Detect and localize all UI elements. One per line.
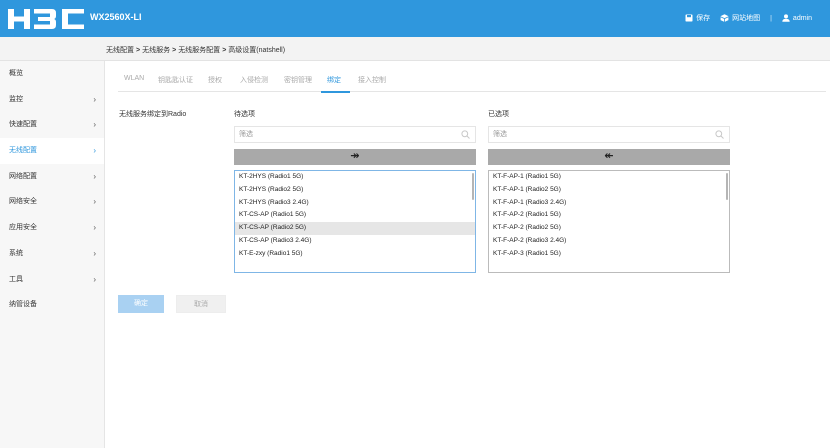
chevron-right-icon: › — [93, 171, 96, 181]
available-filter — [234, 126, 476, 143]
sidebar-item-system[interactable]: 系统 › — [0, 241, 104, 267]
chevron-right-icon: › — [93, 248, 96, 258]
device-model: WX2560X-LI — [90, 12, 142, 22]
selected-scrollbar[interactable] — [726, 173, 728, 200]
sitemap-icon — [720, 14, 729, 22]
list-item-selected[interactable]: KT-CS-AP (Radio2 5G) — [235, 222, 475, 235]
breadcrumb-separator: > — [172, 47, 177, 54]
top-header: WX2560X-LI 保存 网站地图 | admin — [0, 0, 830, 37]
breadcrumb-item[interactable]: 无线服务配置 — [178, 47, 220, 54]
list-item[interactable]: KT-CS-AP (Radio1 5G) — [235, 209, 475, 222]
sidebar-item-quick-config[interactable]: 快速配置 › — [0, 112, 104, 138]
chevron-right-icon: › — [93, 223, 96, 233]
move-right-button[interactable]: ↠ — [234, 149, 476, 165]
sidebar-item-label: 系统 — [9, 249, 23, 257]
tab-auth[interactable]: 钥匙匙认证 — [158, 75, 193, 85]
list-item[interactable]: KT-F-AP-2 (Radio2 5G) — [489, 222, 729, 235]
list-item[interactable]: KT-2HYS (Radio3 2.4G) — [235, 197, 475, 210]
chevron-right-icon: › — [93, 146, 96, 156]
cancel-button[interactable]: 取消 — [176, 295, 226, 313]
sidebar-item-label: 概览 — [9, 70, 23, 77]
active-tab-indicator — [321, 91, 350, 93]
ok-button[interactable]: 确定 — [118, 295, 164, 313]
tab-wlan[interactable]: WLAN — [124, 75, 144, 82]
chevron-right-icon: › — [93, 94, 96, 104]
tab-bar: WLAN 钥匙匙认证 授权 入侵检测 密钥管理 绑定 接入控制 — [118, 72, 826, 92]
sidebar-item-label: 纳管设备 — [9, 301, 37, 309]
list-item[interactable]: KT-F-AP-2 (Radio1 5G) — [489, 209, 729, 222]
breadcrumb-separator: > — [222, 47, 227, 54]
search-icon — [461, 130, 470, 139]
sidebar: 概览 监控 › 快速配置 › 无线配置 › 网络配置 › 网络安全 › 应用安全 › 系统 ›… — [0, 61, 105, 448]
header-separator: | — [770, 14, 772, 22]
breadcrumb-item[interactable]: 无线配置 — [106, 47, 134, 54]
sidebar-item-label: 应用安全 — [9, 224, 37, 232]
breadcrumb-bar: 无线配置 > 无线服务 > 无线服务配置 > 高级设置(natshell) — [0, 37, 830, 61]
sidebar-item-label: 网络配置 — [9, 172, 37, 180]
move-left-button[interactable]: ↞ — [488, 149, 730, 165]
breadcrumb-item[interactable]: 无线服务 — [142, 47, 170, 54]
list-item[interactable]: KT-F-AP-2 (Radio3 2.4G) — [489, 235, 729, 248]
sidebar-item-overview[interactable]: 概览 — [0, 61, 104, 87]
sidebar-item-label: 快速配置 — [9, 121, 37, 129]
chevron-right-icon: › — [93, 197, 96, 207]
list-item[interactable]: KT-F-AP-1 (Radio2 5G) — [489, 184, 729, 197]
sidebar-item-monitor[interactable]: 监控 › — [0, 87, 104, 113]
selected-title: 已选项 — [488, 111, 509, 118]
available-list[interactable]: KT-2HYS (Radio1 5G) KT-2HYS (Radio2 5G) … — [234, 170, 476, 273]
sidebar-item-label: 网络安全 — [9, 198, 37, 206]
sitemap-label: 网站地图 — [732, 15, 761, 22]
list-item[interactable]: KT-CS-AP (Radio3 2.4G) — [235, 235, 475, 248]
save-label: 保存 — [696, 15, 711, 22]
list-item[interactable]: KT-E-zxy (Radio1 5G) — [235, 248, 475, 261]
list-item[interactable]: KT-F-AP-1 (Radio3 2.4G) — [489, 197, 729, 210]
breadcrumb: 无线配置 > 无线服务 > 无线服务配置 > 高级设置(natshell) — [106, 45, 285, 55]
list-item[interactable]: KT-2HYS (Radio1 5G) — [235, 171, 475, 184]
user-icon — [782, 14, 790, 22]
list-item[interactable]: KT-F-AP-1 (Radio1 5G) — [489, 171, 729, 184]
user-label: admin — [792, 14, 812, 22]
chevron-right-icon: › — [93, 120, 96, 130]
sitemap-button[interactable]: 网站地图 — [720, 13, 760, 23]
h3c-logo-icon — [8, 9, 84, 29]
sidebar-item-label: 监控 — [9, 95, 23, 103]
save-icon — [685, 14, 693, 22]
sidebar-item-network-config[interactable]: 网络配置 › — [0, 164, 104, 190]
selected-filter-input[interactable] — [489, 127, 704, 142]
tab-authorization[interactable]: 授权 — [208, 75, 222, 85]
sidebar-item-app-security[interactable]: 应用安全 › — [0, 215, 104, 241]
sidebar-item-managed-devices[interactable]: 纳管设备 — [0, 292, 104, 318]
selected-list[interactable]: KT-F-AP-1 (Radio1 5G) KT-F-AP-1 (Radio2 … — [488, 170, 730, 273]
sidebar-item-label: 工具 — [9, 275, 23, 283]
chevron-right-icon: › — [93, 274, 96, 284]
tab-intrusion-detection[interactable]: 入侵检测 — [240, 75, 268, 85]
selected-filter — [488, 126, 730, 143]
available-scrollbar[interactable] — [472, 173, 474, 200]
tab-key-management[interactable]: 密钥管理 — [284, 75, 312, 85]
list-item[interactable]: KT-F-AP-3 (Radio1 5G) — [489, 248, 729, 261]
search-icon — [715, 130, 724, 139]
tab-binding[interactable]: 绑定 — [327, 75, 341, 85]
sidebar-item-wireless-config[interactable]: 无线配置 › — [0, 138, 104, 164]
list-item[interactable]: KT-2HYS (Radio2 5G) — [235, 184, 475, 197]
sidebar-item-tools[interactable]: 工具 › — [0, 267, 104, 293]
breadcrumb-current: 高级设置(natshell) — [228, 47, 286, 54]
available-title: 待选项 — [234, 111, 255, 118]
sidebar-item-network-security[interactable]: 网络安全 › — [0, 189, 104, 215]
h3c-logo — [8, 6, 84, 32]
save-button[interactable]: 保存 — [685, 13, 710, 23]
radio-binding-label: 无线服务绑定到Radio — [119, 111, 187, 118]
breadcrumb-separator: > — [136, 47, 141, 54]
user-menu[interactable]: admin — [782, 14, 812, 22]
tab-access-control[interactable]: 接入控制 — [358, 75, 386, 85]
sidebar-item-label: 无线配置 — [9, 147, 37, 155]
available-filter-input[interactable] — [235, 127, 450, 142]
